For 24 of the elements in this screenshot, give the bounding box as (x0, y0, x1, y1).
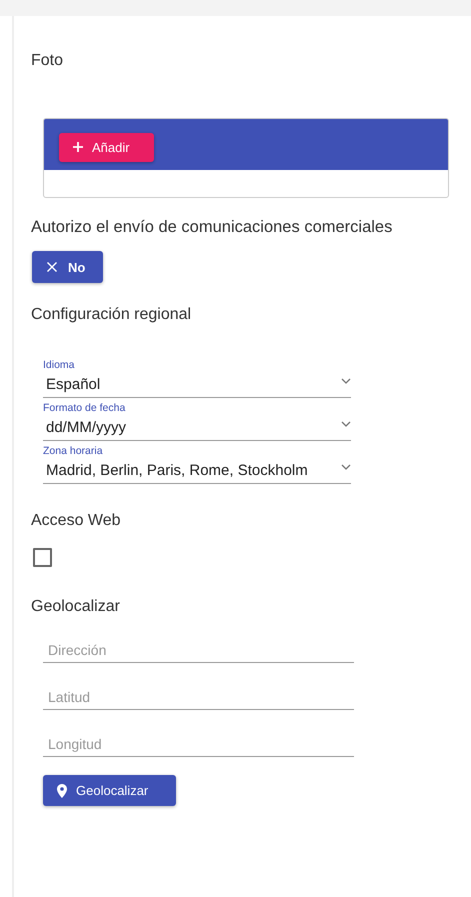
field-label: Zona horaria (43, 445, 104, 458)
field-value: Madrid, Berlin, Paris, Rome, Stockholm (45, 462, 309, 479)
chevron-down-icon (341, 464, 351, 470)
location-pin-icon (57, 784, 67, 798)
chevron-down-icon (341, 420, 351, 426)
select-field[interactable]: Idioma Español (43, 359, 351, 398)
select-field[interactable]: Zona horaria Madrid, Berlin, Paris, Rome, Stockholm (43, 445, 351, 484)
plus-icon (72, 141, 84, 153)
field-label: Idioma (43, 359, 76, 372)
field-value: dd/MM/yyyy (45, 419, 128, 436)
toggle-button[interactable]: No (32, 251, 103, 283)
add-button[interactable]: Añadir (59, 132, 154, 162)
geolocate-button[interactable]: Geolocalizar (43, 775, 176, 806)
select-field[interactable]: Formato de fecha dd/MM/yyyy (43, 402, 351, 441)
section-title: Foto (31, 51, 64, 70)
section-title: Geolocalizar (31, 598, 121, 616)
field-value: Español (45, 376, 102, 393)
chevron-down-icon (341, 378, 351, 384)
section-title: Autorizo el envío de comunicaciones comerciales (31, 218, 394, 237)
close-icon (46, 261, 58, 273)
checkbox[interactable] (33, 548, 52, 567)
field-label: Formato de fecha (43, 402, 126, 415)
section-title: Configuración regional (31, 306, 192, 324)
section-title: Acceso Web (31, 512, 122, 530)
